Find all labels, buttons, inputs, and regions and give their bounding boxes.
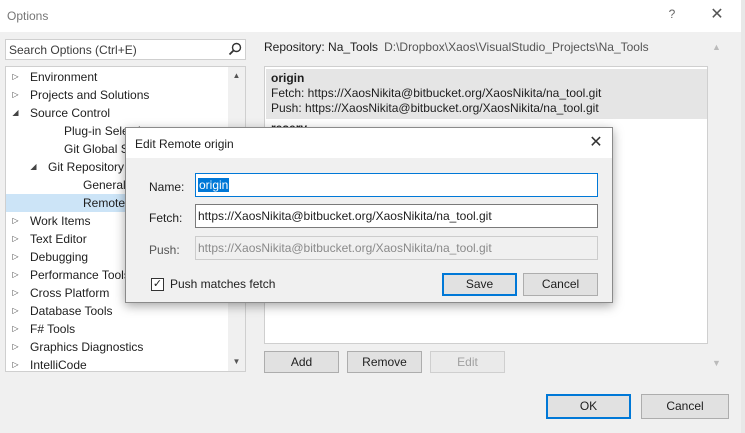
expand-arrow-icon[interactable]: ▷ <box>11 320 20 338</box>
remote-fetch-url: Fetch: https://XaosNikita@bitbucket.org/… <box>271 86 602 100</box>
remote-push-url: Push: https://XaosNikita@bitbucket.org/X… <box>271 101 599 115</box>
push-label: Push: <box>149 243 180 257</box>
tree-item-label: Source Control <box>30 106 111 120</box>
dialog-title: Edit Remote origin <box>135 137 234 151</box>
scroll-down-icon[interactable]: ▼ <box>228 354 245 370</box>
push-matches-fetch-label: Push matches fetch <box>170 277 276 291</box>
ok-button[interactable]: OK <box>546 394 631 419</box>
tree-item-source-control[interactable]: ◢ Source Control <box>6 104 229 122</box>
search-options-input[interactable]: Search Options (Ctrl+E) <box>5 39 246 60</box>
repository-label: Repository: Na_Tools <box>264 40 379 54</box>
push-url-value: https://XaosNikita@bitbucket.org/XaosNik… <box>198 241 492 255</box>
expand-arrow-icon[interactable]: ▷ <box>11 230 20 248</box>
window-title: Options <box>7 9 49 23</box>
search-icon[interactable] <box>228 42 242 56</box>
search-placeholder: Search Options (Ctrl+E) <box>9 43 137 57</box>
collapse-arrow-icon[interactable]: ◢ <box>29 158 38 176</box>
tree-item-label: Remotes <box>83 196 132 210</box>
panel-scroll-down-icon[interactable]: ▼ <box>712 358 721 368</box>
tree-item-label: Text Editor <box>30 232 87 246</box>
tree-item-label: Work Items <box>30 214 91 228</box>
remote-name-value: origin <box>198 178 230 192</box>
expand-arrow-icon[interactable]: ▷ <box>11 356 20 371</box>
tree-item-label: General <box>83 178 126 192</box>
help-button[interactable]: ? <box>665 7 679 23</box>
expand-arrow-icon[interactable]: ▷ <box>11 212 20 230</box>
tree-item-label: Environment <box>30 70 98 84</box>
edit-remote-dialog: Edit Remote origin ✕ Name: origin Fetch:… <box>125 127 613 303</box>
remote-name: origin <box>271 71 305 85</box>
expand-arrow-icon[interactable]: ▷ <box>11 302 20 320</box>
fetch-url-field[interactable]: https://XaosNikita@bitbucket.org/XaosNik… <box>195 204 598 228</box>
window-close-button[interactable]: ✕ <box>703 4 731 26</box>
push-matches-fetch-checkbox[interactable]: ✓ <box>151 278 164 291</box>
window-edge <box>741 0 745 433</box>
tree-item-projects-and-solutions[interactable]: ▷ Projects and Solutions <box>6 86 229 104</box>
remote-name-field[interactable]: origin <box>195 173 598 197</box>
fetch-label: Fetch: <box>149 211 183 225</box>
expand-arrow-icon[interactable]: ▷ <box>11 266 20 284</box>
remove-remote-button[interactable]: Remove <box>347 351 422 373</box>
dialog-close-button[interactable]: ✕ <box>584 131 608 155</box>
tree-item-label: Graphics Diagnostics <box>30 340 144 354</box>
tree-item-intellicode[interactable]: ▷ IntelliCode <box>6 356 229 372</box>
push-url-field[interactable]: https://XaosNikita@bitbucket.org/XaosNik… <box>195 236 598 260</box>
repository-path: D:\Dropbox\Xaos\VisualStudio_Projects\Na… <box>384 40 649 54</box>
remote-item-origin[interactable]: origin Fetch: https://XaosNikita@bitbuck… <box>266 69 707 119</box>
expand-arrow-icon[interactable]: ▷ <box>11 284 20 302</box>
checkmark-icon: ✓ <box>152 278 163 290</box>
repository-header: Repository: Na_Tools D:\Dropbox\Xaos\Visu… <box>264 40 649 54</box>
tree-item-label: Cross Platform <box>30 286 110 300</box>
dialog-cancel-button[interactable]: Cancel <box>523 273 598 296</box>
tree-item-f-tools[interactable]: ▷ F# Tools <box>6 320 229 338</box>
tree-item-database-tools[interactable]: ▷ Database Tools <box>6 302 229 320</box>
collapse-arrow-icon[interactable]: ◢ <box>11 104 20 122</box>
expand-arrow-icon[interactable]: ▷ <box>11 86 20 104</box>
tree-item-label: Database Tools <box>30 304 113 318</box>
tree-item-environment[interactable]: ▷ Environment <box>6 68 229 86</box>
tree-item-label: Performance Tools <box>30 268 130 282</box>
tree-item-label: Projects and Solutions <box>30 88 150 102</box>
expand-arrow-icon[interactable]: ▷ <box>11 248 20 266</box>
tree-item-label: Git Repository <box>48 160 125 174</box>
edit-remote-button[interactable]: Edit <box>430 351 505 373</box>
name-label: Name: <box>149 180 185 194</box>
panel-scroll-up-icon[interactable]: ▲ <box>712 42 721 52</box>
scroll-up-icon[interactable]: ▲ <box>228 68 245 84</box>
tree-item-label: Debugging <box>30 250 89 264</box>
fetch-url-value: https://XaosNikita@bitbucket.org/XaosNik… <box>198 209 492 223</box>
add-remote-button[interactable]: Add <box>264 351 339 373</box>
save-button[interactable]: Save <box>442 273 517 296</box>
cancel-button[interactable]: Cancel <box>641 394 729 419</box>
tree-item-label: IntelliCode <box>30 358 87 372</box>
tree-item-label: F# Tools <box>30 322 76 336</box>
tree-item-graphics-diagnostics[interactable]: ▷ Graphics Diagnostics <box>6 338 229 356</box>
expand-arrow-icon[interactable]: ▷ <box>11 338 20 356</box>
expand-arrow-icon[interactable]: ▷ <box>11 68 20 86</box>
title-bar: Options ? ✕ <box>0 0 745 32</box>
dialog-title-bar: Edit Remote origin ✕ <box>126 128 612 158</box>
